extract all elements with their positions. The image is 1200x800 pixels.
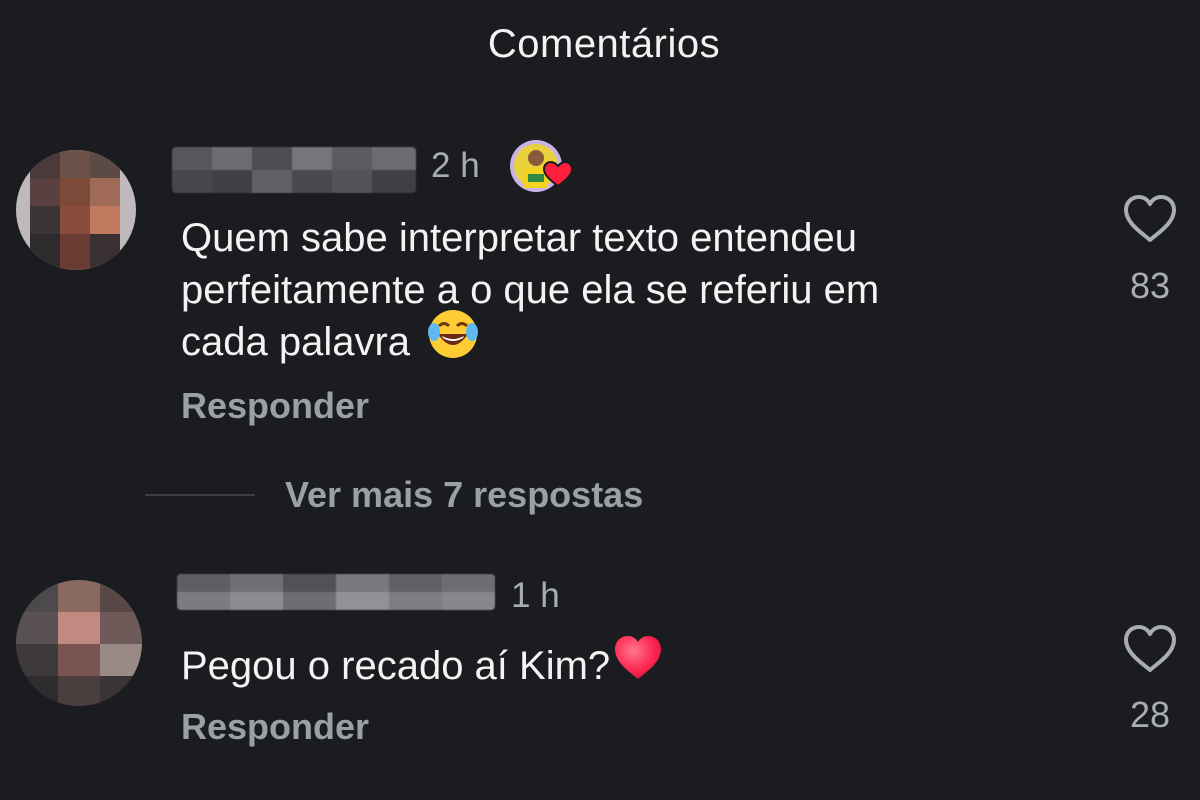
avatar[interactable] bbox=[16, 580, 142, 706]
comment-body: Pegou o recado aí Kim? bbox=[181, 644, 611, 688]
like-count: 83 bbox=[1129, 265, 1171, 306]
face-with-tears-of-joy-icon bbox=[427, 308, 479, 373]
reply-button[interactable]: Responder bbox=[181, 385, 369, 427]
creator-liked-badge bbox=[510, 138, 574, 192]
comment-time: 2 h bbox=[431, 146, 480, 185]
comment-text: Pegou o recado aí Kim? bbox=[181, 635, 1051, 696]
heart-outline-icon bbox=[1124, 195, 1176, 242]
page-title: Comentários bbox=[487, 22, 721, 66]
like-button[interactable] bbox=[1122, 624, 1178, 674]
like-count: 28 bbox=[1129, 694, 1171, 735]
like-button[interactable] bbox=[1122, 194, 1178, 244]
reply-button[interactable]: Responder bbox=[181, 706, 369, 748]
avatar[interactable] bbox=[16, 150, 136, 270]
username-redacted[interactable] bbox=[172, 147, 416, 193]
comments-screen: Comentários 2 h Quem sabe interpretar te… bbox=[0, 0, 1200, 800]
heart-outline-icon bbox=[1124, 625, 1176, 672]
comment-text: Quem sabe interpretar texto entendeu per… bbox=[181, 212, 1051, 373]
username-redacted[interactable] bbox=[177, 574, 495, 610]
view-more-replies-button[interactable]: Ver mais 7 respostas bbox=[285, 474, 643, 516]
comment-time: 1 h bbox=[511, 576, 560, 615]
comment-body: Quem sabe interpretar texto entendeu per… bbox=[181, 216, 880, 365]
thread-divider bbox=[145, 494, 255, 496]
red-heart-icon bbox=[612, 633, 664, 696]
